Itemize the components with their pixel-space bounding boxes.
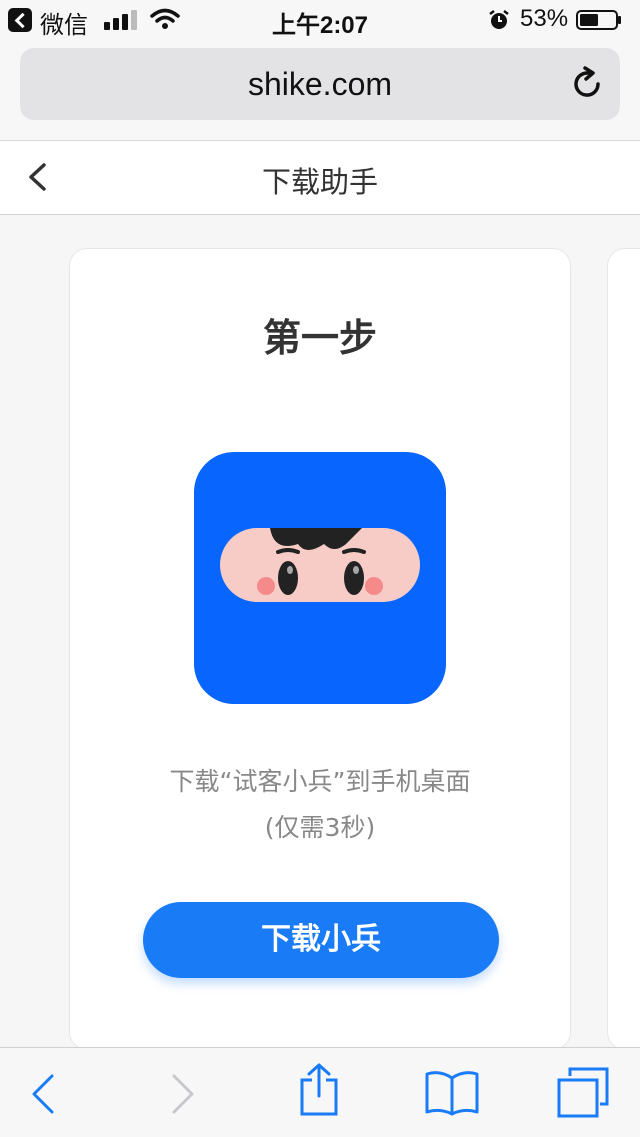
bookmarks-icon[interactable]	[424, 1068, 480, 1116]
download-button[interactable]: 下载小兵	[143, 902, 499, 978]
step-description: 下载“试客小兵”到手机桌面 (仅需3秒)	[70, 759, 570, 851]
step-title: 第一步	[262, 316, 377, 360]
next-step-card[interactable]	[607, 248, 640, 1047]
page-title: 下载助手	[261, 165, 378, 199]
step-card: 第一步 下载“试客小兵”到手机桌面 (仅需3秒) 下载小兵	[69, 248, 571, 1047]
share-icon[interactable]	[298, 1062, 340, 1118]
page-header: 下载助手	[0, 141, 640, 215]
url-text[interactable]: shike.com	[20, 66, 620, 103]
status-bar: 微信 上午2:07 53%	[0, 0, 640, 40]
reload-icon[interactable]	[568, 65, 606, 103]
content-area: 第一步 下载“试客小兵”到手机桌面 (仅需3秒) 下载小兵	[0, 215, 640, 1047]
description-line-1: 下载“试客小兵”到手机桌面	[169, 767, 471, 796]
forward-arrow-icon[interactable]	[170, 1072, 196, 1116]
browser-toolbar	[0, 1047, 640, 1137]
alarm-icon	[489, 10, 509, 29]
app-logo	[194, 452, 446, 704]
address-bar[interactable]: shike.com	[20, 48, 620, 120]
browser-address-area: shike.com	[0, 40, 640, 141]
battery-icon	[576, 10, 621, 30]
battery-percent: 53%	[520, 5, 569, 32]
tabs-icon[interactable]	[556, 1066, 610, 1118]
back-arrow-icon[interactable]	[30, 1072, 56, 1116]
description-line-2: (仅需3秒)	[264, 813, 376, 842]
